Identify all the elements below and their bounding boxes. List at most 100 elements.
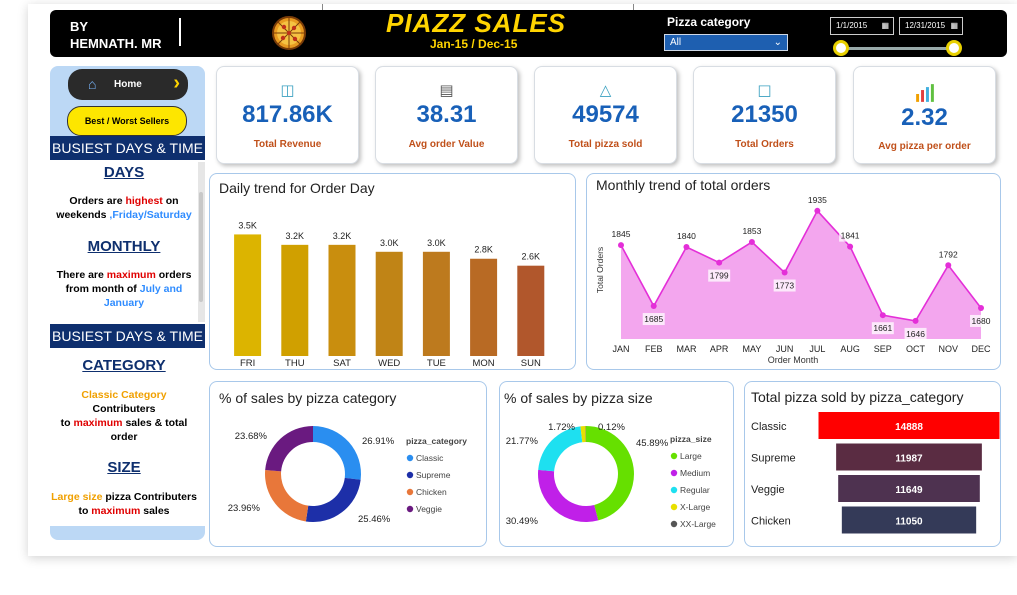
category-donut-chart: 26.91% 25.46% 23.96% 23.68% pizza_category Cl… xyxy=(228,426,467,525)
home-icon: ⌂ xyxy=(88,76,97,92)
donut-slice-label: 0.12% xyxy=(598,422,625,433)
home-button[interactable]: ⌂ Home › xyxy=(68,69,188,100)
legend-title: pizza_category xyxy=(406,436,467,446)
monthly-point-label: 1792 xyxy=(939,249,958,259)
donut-slice-label: 25.46% xyxy=(358,514,391,525)
donut-slice xyxy=(537,469,599,522)
category-filter-select[interactable]: All ⌄ xyxy=(664,34,788,51)
legend-entry: Veggie xyxy=(416,504,442,514)
kpi-value: 49574 xyxy=(572,101,639,128)
monthly-x-tick: JUL xyxy=(809,344,825,354)
monthly-point xyxy=(814,207,821,214)
monthly-x-tick: APR xyxy=(710,344,729,354)
hbar-value-label: 14888 xyxy=(895,422,923,433)
daily-bar xyxy=(517,265,545,356)
daily-bar-label: 3.2K xyxy=(333,231,352,241)
hbar-value-label: 11987 xyxy=(895,454,923,465)
kpi-card-avg-order-value: ▤ 38.31 Avg order Value xyxy=(375,66,518,164)
date-slider-start-handle[interactable] xyxy=(833,40,849,56)
monthly-point xyxy=(781,269,788,276)
legend-entry: Medium xyxy=(680,468,710,478)
best-worst-sellers-button[interactable]: Best / Worst Sellers xyxy=(67,106,187,136)
legend-marker xyxy=(670,520,678,528)
monthly-x-tick: MAY xyxy=(742,344,761,354)
end-date-input[interactable]: 12/31/2015 ▦ xyxy=(899,17,963,35)
pizza-icon xyxy=(272,16,306,50)
monthly-x-tick: DEC xyxy=(971,344,991,354)
calendar-icon: ▦ xyxy=(950,21,958,30)
daily-x-tick: THU xyxy=(285,358,305,369)
kpi-label: Total Orders xyxy=(735,139,794,150)
hbar-category-label: Chicken xyxy=(751,516,791,528)
size-share-panel: % of sales by pizza size 45.89% 30.49% 21.… xyxy=(499,381,734,547)
kpi-label: Avg order Value xyxy=(408,139,485,150)
size-heading: SIZE xyxy=(107,459,141,476)
daily-bar-label: 3.2K xyxy=(286,231,305,241)
monthly-point-label: 1935 xyxy=(808,195,827,205)
daily-x-tick: SUN xyxy=(521,358,541,369)
daily-bar xyxy=(375,251,403,356)
monthly-point-label: 1685 xyxy=(644,314,663,324)
category-heading: CATEGORY xyxy=(82,357,166,374)
monthly-point xyxy=(748,239,755,246)
monthly-x-tick: MAR xyxy=(676,344,697,354)
date-slider-end-handle[interactable] xyxy=(946,40,962,56)
kpi-card-total-pizza-sold: △ 49574 Total pizza sold xyxy=(534,66,677,164)
legend-marker xyxy=(406,488,414,496)
date-slider-track[interactable] xyxy=(841,47,954,50)
donut-slice-label: 30.49% xyxy=(506,516,539,527)
legend-entry: XX-Large xyxy=(680,519,716,529)
monthly-point-label: 1773 xyxy=(775,281,794,291)
kpi-card-total-orders: □ 21350 Total Orders xyxy=(693,66,836,164)
monthly-point xyxy=(650,303,657,310)
donut-slice-label: 23.96% xyxy=(228,503,261,514)
daily-x-tick: SAT xyxy=(333,358,351,369)
header-divider xyxy=(179,18,181,46)
category-sold-panel: Total pizza sold by pizza_category Class… xyxy=(744,381,1001,547)
monthly-point xyxy=(716,259,723,266)
kpi-value: 817.86K xyxy=(242,101,333,128)
legend-entry: Supreme xyxy=(416,470,451,480)
date-range-subtitle: Jan-15 / Dec-15 xyxy=(430,37,518,51)
legend-marker xyxy=(670,469,678,477)
legend-entry: Chicken xyxy=(416,487,447,497)
monthly-point xyxy=(945,262,952,269)
end-date-value: 12/31/2015 xyxy=(905,21,946,30)
daily-trend-panel: Daily trend for Order Day 3.5K FRI 3.2K THU… xyxy=(209,173,576,370)
daily-bar-label: 2.8K xyxy=(474,245,493,255)
monthly-point xyxy=(847,243,854,250)
donut-slice xyxy=(265,426,313,472)
monthly-heading: MONTHLY xyxy=(87,238,161,255)
monthly-point-label: 1799 xyxy=(710,271,729,281)
donut-slice xyxy=(265,470,309,522)
monthly-area xyxy=(621,210,981,339)
app-title: PIAZZ SALES xyxy=(386,8,567,38)
donut-slice-label: 45.89% xyxy=(636,438,669,449)
category-insight: Classic Category Contributers to maximum s… xyxy=(60,389,188,443)
hbar-category-label: Veggie xyxy=(751,484,785,496)
kpi-value: 21350 xyxy=(731,101,798,128)
author-credit: BY HEMNATH. MR xyxy=(70,18,161,52)
legend-marker xyxy=(406,454,414,462)
daily-x-tick: WED xyxy=(378,358,400,369)
sidebar-scroll-thumb[interactable] xyxy=(199,192,203,302)
hbar-value-label: 11649 xyxy=(895,485,923,496)
donut-slice-label: 21.77% xyxy=(506,436,539,447)
category-filter-label: Pizza category xyxy=(667,15,751,29)
legend-marker xyxy=(670,452,678,460)
monthly-point-label: 1841 xyxy=(841,231,860,241)
hbar-category-label: Classic xyxy=(751,421,787,433)
days-heading: DAYS xyxy=(103,164,145,181)
legend-marker xyxy=(406,505,414,513)
monthly-trend-chart: 1845 JAN 1685 FEB 1840 MAR 1799 APR 1853 MAY 1773 J… xyxy=(595,193,992,365)
start-date-input[interactable]: 1/1/2015 ▦ xyxy=(830,17,894,35)
start-date-value: 1/1/2015 xyxy=(836,21,868,30)
monthly-point xyxy=(978,304,984,311)
category-filter-value: All xyxy=(670,37,682,48)
legend-entry: Regular xyxy=(680,485,710,495)
monthly-y-axis-label: Total Orders xyxy=(595,247,605,293)
donut-slice-label: 26.91% xyxy=(362,436,395,447)
monthly-x-tick: OCT xyxy=(906,344,926,354)
daily-bar-label: 3.0K xyxy=(427,238,446,248)
size-insight: Large size pizza Contributers to maximum… xyxy=(51,491,197,517)
